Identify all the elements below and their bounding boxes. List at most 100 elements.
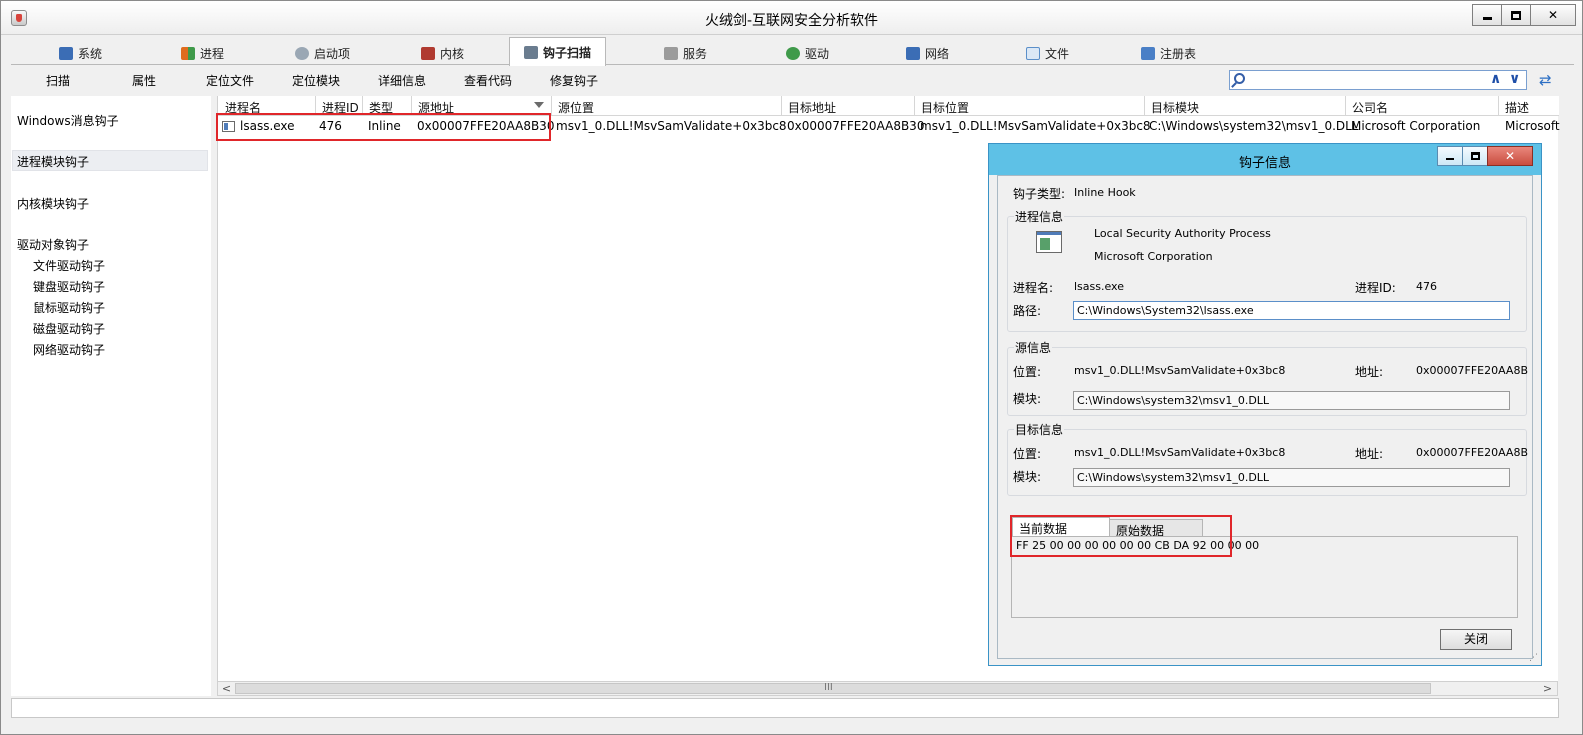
tab-files[interactable]: 文件 [1026,41,1069,65]
refresh-icon[interactable]: ⇄ [1539,71,1552,89]
tab-label: 文件 [1045,46,1070,61]
scan-button[interactable]: 扫描 [46,72,70,89]
registry-icon [1141,46,1155,60]
main-window: 火绒剑-互联网安全分析软件 ✕ 系统 进程 启动项 内核 钩子扫描 服务 驱动 … [0,0,1583,735]
details-button[interactable]: 详细信息 [378,72,426,89]
locate-module-button[interactable]: 定位模块 [292,72,340,89]
col-header-company[interactable]: 公司名 [1352,99,1388,116]
main-tab-bar: 系统 进程 启动项 内核 钩子扫描 服务 驱动 网络 文件 注册表 [11,37,1574,66]
source-module-field[interactable]: C:\Windows\system32\msv1_0.DLL [1073,391,1510,410]
dialog-maximize-button[interactable] [1462,146,1488,166]
hook-icon [524,45,538,59]
source-info-title: 源信息 [1014,339,1053,356]
sidebar-item-process-module-hook[interactable]: 进程模块钩子 [17,153,89,170]
col-header-source-location[interactable]: 源位置 [558,99,594,116]
target-address-label: 地址: [1355,447,1384,461]
process-id-value: 476 [1416,280,1437,293]
maximize-icon [1511,10,1521,20]
hook-type-label: 钩子类型: [1013,187,1066,201]
window-controls: ✕ [1472,4,1576,26]
window-title: 火绒剑-互联网安全分析软件 [704,13,879,29]
close-icon: ✕ [1547,8,1559,22]
tab-services[interactable]: 服务 [664,41,707,65]
highlight-box-row [216,113,551,141]
scrollbar-grip: III [824,682,833,693]
scroll-right-icon[interactable]: > [1540,682,1555,695]
scrollbar-thumb[interactable]: III [235,682,1431,694]
cell-target-module: C:\Windows\system32\msv1_0.DLL [1149,119,1359,133]
tab-kernel[interactable]: 内核 [421,41,464,65]
sidebar-subitem-file-driver-hook[interactable]: 文件驱动钩子 [33,257,105,274]
search-input[interactable]: ∧ ∨ [1229,70,1527,90]
column-divider[interactable] [1144,96,1145,116]
cell-target-address: 0x00007FFE20AA8B30 [787,119,925,133]
dialog-title-bar[interactable]: 钩子信息 ✕ [989,144,1541,175]
dialog-window-controls: ✕ [1437,146,1533,166]
source-module-label: 模块: [1013,392,1042,406]
properties-button[interactable]: 属性 [132,72,156,89]
col-header-target-address[interactable]: 目标地址 [788,99,836,116]
col-header-target-location[interactable]: 目标位置 [921,99,969,116]
sidebar-item-windows-message-hook[interactable]: Windows消息钩子 [17,112,119,129]
target-module-label: 模块: [1013,470,1042,484]
close-icon: ✕ [1504,149,1516,163]
kernel-icon [421,46,435,60]
cell-company: Microsoft Corporation [1351,119,1481,133]
column-divider[interactable] [551,96,552,116]
search-up-icon[interactable]: ∧ [1490,71,1501,87]
minimize-icon [1446,158,1454,160]
tab-label: 启动项 [314,46,351,61]
sidebar-subitem-disk-driver-hook[interactable]: 磁盘驱动钩子 [33,320,105,337]
dialog-close-text-button[interactable]: 关闭 [1440,629,1512,650]
maximize-button[interactable] [1501,4,1531,26]
sidebar-subitem-mouse-driver-hook[interactable]: 鼠标驱动钩子 [33,299,105,316]
tab-process[interactable]: 进程 [181,41,224,65]
sidebar-subitem-network-driver-hook[interactable]: 网络驱动钩子 [33,341,105,358]
target-module-field[interactable]: C:\Windows\system32\msv1_0.DLL [1073,468,1510,487]
tab-registry[interactable]: 注册表 [1141,41,1196,65]
minimize-button[interactable] [1472,4,1502,26]
process-company: Microsoft Corporation [1094,250,1213,263]
tab-label: 进程 [200,46,225,61]
target-info-title: 目标信息 [1014,421,1065,438]
windows-flag-icon [181,46,195,60]
search-down-icon[interactable]: ∨ [1509,71,1520,87]
tab-label: 驱动 [805,46,830,61]
col-header-target-module[interactable]: 目标模块 [1151,99,1199,116]
close-window-button[interactable]: ✕ [1530,4,1576,26]
view-code-button[interactable]: 查看代码 [464,72,512,89]
monitor-icon [59,46,73,60]
tab-network[interactable]: 网络 [906,41,949,65]
sort-descending-icon [534,102,544,108]
sidebar-subitem-keyboard-driver-hook[interactable]: 键盘驱动钩子 [33,278,105,295]
horizontal-scrollbar[interactable]: < III > [217,681,1558,696]
title-bar: 火绒剑-互联网安全分析软件 ✕ [1,1,1582,35]
process-description: Local Security Authority Process [1094,227,1271,240]
scroll-left-icon[interactable]: < [219,682,234,695]
resize-grip-icon[interactable]: ⋰ [1529,653,1538,663]
source-location-value: msv1_0.DLL!MsvSamValidate+0x3bc8 [1074,364,1286,377]
status-bar [11,698,1559,718]
target-location-value: msv1_0.DLL!MsvSamValidate+0x3bc8 [1074,446,1286,459]
dialog-minimize-button[interactable] [1437,146,1463,166]
tab-drivers[interactable]: 驱动 [786,41,829,65]
column-divider[interactable] [1498,96,1499,116]
dialog-close-button[interactable]: ✕ [1487,146,1533,166]
column-divider[interactable] [1345,96,1346,116]
tab-startup[interactable]: 启动项 [295,41,350,65]
highlight-box-data [1010,515,1232,557]
sidebar-item-driver-object-hook[interactable]: 驱动对象钩子 [17,236,89,253]
locate-file-button[interactable]: 定位文件 [206,72,254,89]
tab-label: 服务 [683,46,708,61]
path-field[interactable]: C:\Windows\System32\lsass.exe [1073,301,1510,320]
path-label: 路径: [1013,304,1042,318]
tab-system[interactable]: 系统 [59,41,102,65]
tab-hook-scan[interactable]: 钩子扫描 [509,37,607,66]
column-divider[interactable] [914,96,915,116]
fix-hook-button[interactable]: 修复钩子 [550,72,598,89]
service-icon [664,46,678,60]
col-header-description[interactable]: 描述 [1505,99,1529,116]
sidebar-item-kernel-module-hook[interactable]: 内核模块钩子 [17,195,89,212]
column-divider[interactable] [781,96,782,116]
tab-label: 钩子扫描 [543,45,592,60]
